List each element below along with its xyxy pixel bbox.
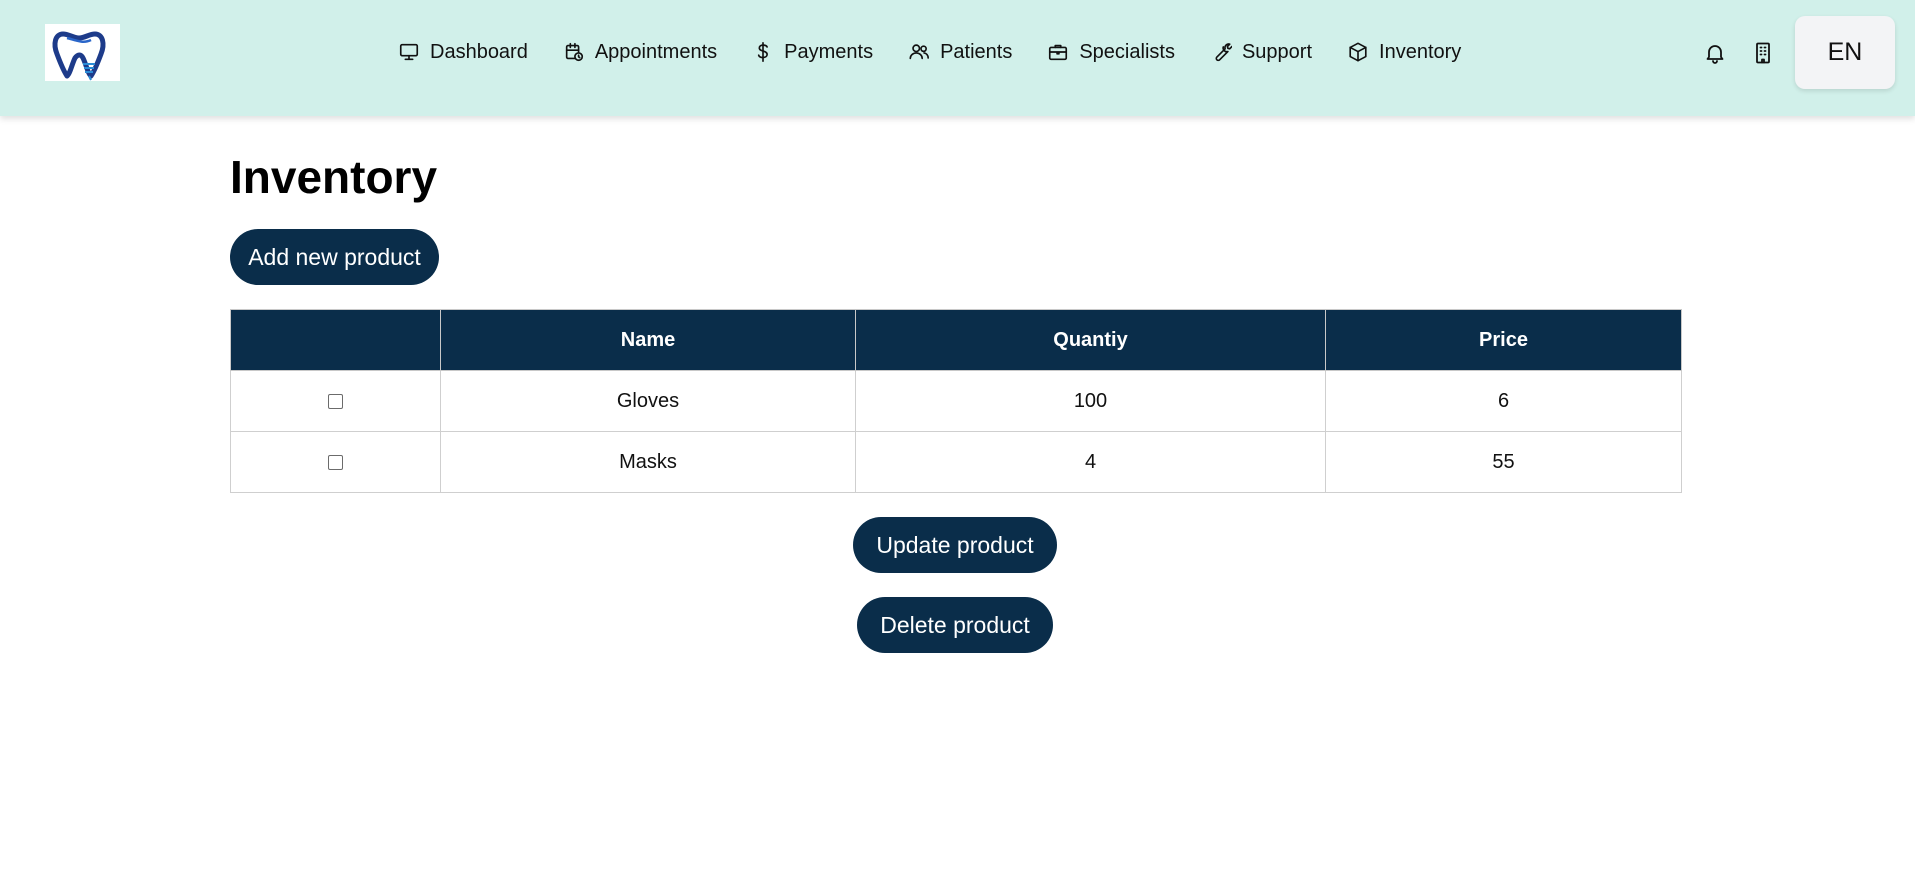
box-icon: [1347, 41, 1369, 63]
select-cell: [230, 370, 441, 432]
column-header-quantity: Quantiy: [855, 309, 1326, 371]
nav-label: Dashboard: [430, 40, 528, 63]
nav-inventory[interactable]: Inventory: [1347, 37, 1461, 67]
row-checkbox[interactable]: [328, 454, 343, 470]
nav-specialists[interactable]: Specialists: [1047, 37, 1175, 67]
row-checkbox[interactable]: [328, 393, 343, 409]
column-header-price: Price: [1325, 309, 1682, 371]
bell-icon[interactable]: [1700, 38, 1730, 68]
nav-label: Support: [1241, 40, 1313, 63]
nav-label: Payments: [784, 40, 874, 63]
delete-product-button[interactable]: Delete product: [857, 597, 1053, 653]
nav-label: Specialists: [1079, 40, 1175, 63]
top-navbar: Dashboard Appointments Payments Patients…: [0, 0, 1915, 116]
nav-payments[interactable]: Payments: [752, 37, 873, 67]
column-header-select: [230, 309, 441, 371]
price-cell: 6: [1325, 370, 1682, 432]
building-icon[interactable]: [1748, 38, 1778, 68]
nav-patients[interactable]: Patients: [908, 37, 1012, 67]
nav-label: Appointments: [594, 40, 718, 63]
briefcase-icon: [1047, 41, 1069, 63]
name-cell: Gloves: [440, 370, 856, 432]
nav-label: Inventory: [1379, 40, 1462, 63]
add-product-button[interactable]: Add new product: [230, 229, 439, 285]
language-button[interactable]: EN: [1795, 16, 1895, 89]
inventory-table: Name Quantiy Price Gloves 100 6 Masks 4 …: [230, 309, 1682, 493]
nav-support[interactable]: Support: [1210, 37, 1312, 67]
tooth-logo-icon[interactable]: [45, 24, 120, 81]
main-nav: Dashboard Appointments Payments Patients…: [398, 37, 1461, 67]
nav-appointments[interactable]: Appointments: [563, 37, 717, 67]
name-cell: Masks: [440, 431, 856, 493]
dollar-icon: [752, 41, 774, 63]
price-cell: 55: [1325, 431, 1682, 493]
column-header-name: Name: [440, 309, 856, 371]
monitor-icon: [398, 41, 420, 63]
quantity-cell: 100: [855, 370, 1326, 432]
select-cell: [230, 431, 441, 493]
page-title: Inventory: [230, 151, 438, 203]
users-icon: [908, 41, 930, 63]
calendar-clock-icon: [563, 41, 585, 63]
wrench-icon: [1210, 41, 1232, 63]
table-row: Masks 4 55: [230, 431, 1682, 493]
update-product-button[interactable]: Update product: [853, 517, 1057, 573]
nav-dashboard[interactable]: Dashboard: [398, 37, 528, 67]
quantity-cell: 4: [855, 431, 1326, 493]
table-header-row: Name Quantiy Price: [230, 309, 1682, 371]
table-row: Gloves 100 6: [230, 370, 1682, 432]
nav-label: Patients: [940, 40, 1013, 63]
header-actions: [1700, 38, 1778, 68]
